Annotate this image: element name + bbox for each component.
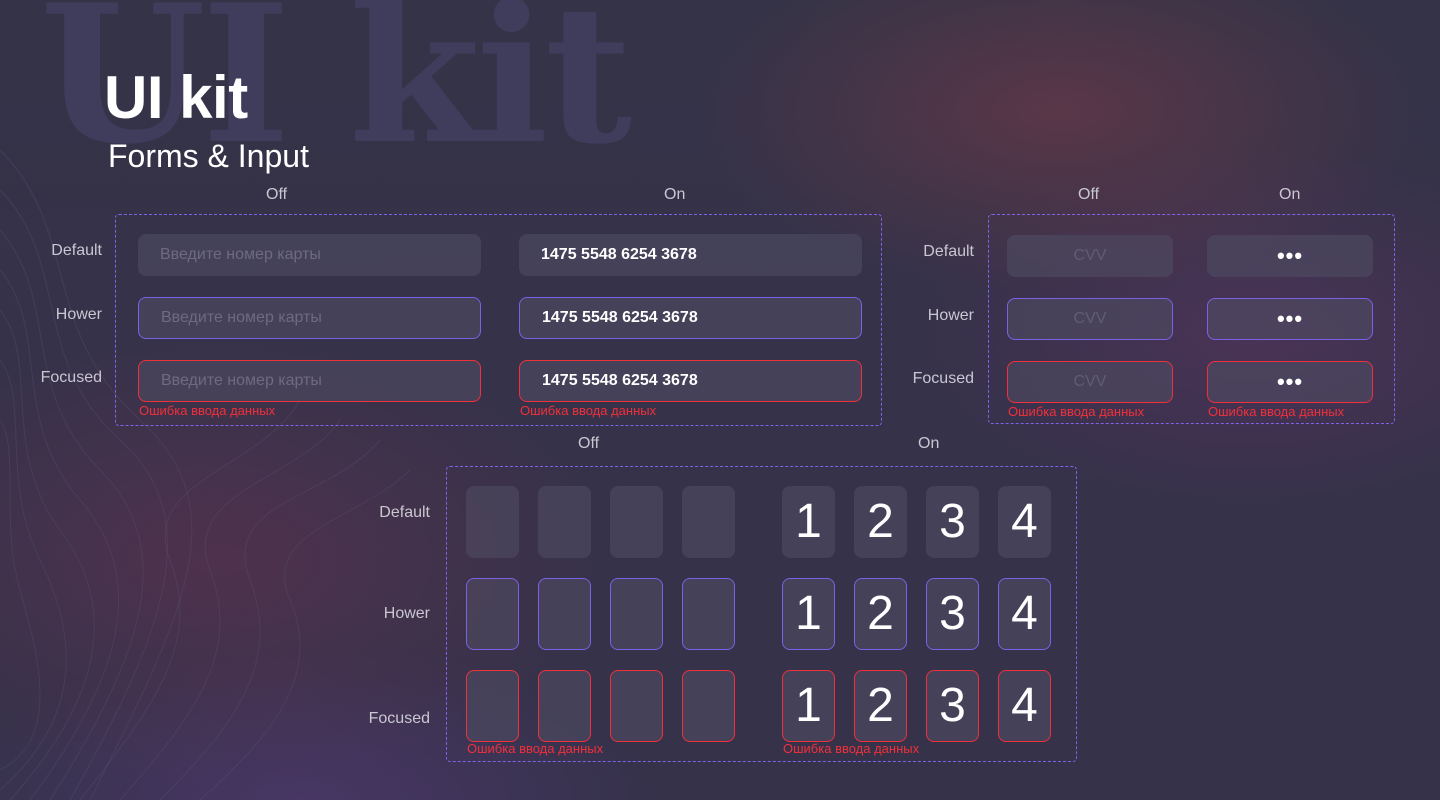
cvv-input-hover-off[interactable]: CVV — [1007, 298, 1173, 340]
card-input-hover-off[interactable]: Введите номер карты — [138, 297, 481, 339]
cvv-error-on: Ошибка ввода данных — [1208, 404, 1345, 419]
cvv-input-hover-on[interactable]: ••• — [1207, 298, 1373, 340]
cvv-error-off: Ошибка ввода данных — [1008, 404, 1145, 419]
pin-cell-default-off-4[interactable] — [682, 486, 735, 558]
pin-cell-default-off-2[interactable] — [538, 486, 591, 558]
card-input-default-on[interactable]: 1475 5548 6254 3678 — [519, 234, 862, 276]
card-input-focused-on[interactable]: 1475 5548 6254 3678 — [519, 360, 862, 402]
card-input-focused-off[interactable]: Введите номер карты — [138, 360, 481, 402]
pin-error-on: Ошибка ввода данных — [783, 741, 920, 756]
pin-row-hover-label: Hower — [383, 605, 430, 622]
pin-cell-default-on-4[interactable]: 4 — [998, 486, 1051, 558]
card-row-default-label: Default — [51, 242, 102, 259]
pin-cell-focused-on-1[interactable]: 1 — [782, 670, 835, 742]
card-error-off: Ошибка ввода данных — [139, 403, 276, 418]
cvv-col-off-header: Off — [1078, 186, 1100, 203]
card-error-on: Ошибка ввода данных — [520, 403, 657, 418]
pin-cell-default-off-3[interactable] — [610, 486, 663, 558]
cvv-col-on-header: On — [1279, 186, 1301, 203]
pin-cell-focused-off-2[interactable] — [538, 670, 591, 742]
pin-row-default-label: Default — [379, 504, 430, 521]
pin-cell-focused-off-1[interactable] — [466, 670, 519, 742]
pin-cell-focused-off-3[interactable] — [610, 670, 663, 742]
pin-cell-hover-off-4[interactable] — [682, 578, 735, 650]
card-input-hover-on[interactable]: 1475 5548 6254 3678 — [519, 297, 862, 339]
pin-cell-hover-off-3[interactable] — [610, 578, 663, 650]
pin-cell-hover-off-2[interactable] — [538, 578, 591, 650]
card-row-focused-label: Focused — [40, 369, 102, 386]
pin-cell-hover-on-3[interactable]: 3 — [926, 578, 979, 650]
pin-cell-default-on-3[interactable]: 3 — [926, 486, 979, 558]
pin-row-focused-label: Focused — [368, 710, 430, 727]
pin-cell-default-off-1[interactable] — [466, 486, 519, 558]
card-input-default-off[interactable]: Введите номер карты — [138, 234, 481, 276]
pin-cell-focused-on-3[interactable]: 3 — [926, 670, 979, 742]
pin-cell-hover-on-1[interactable]: 1 — [782, 578, 835, 650]
page-title: UI kit — [104, 64, 248, 131]
cvv-row-hover-label: Hower — [927, 307, 974, 324]
pin-cell-focused-off-4[interactable] — [682, 670, 735, 742]
card-row-hover-label: Hower — [55, 306, 102, 323]
cvv-input-default-on[interactable]: ••• — [1207, 235, 1373, 277]
cvv-input-default-off[interactable]: CVV — [1007, 235, 1173, 277]
pin-cell-hover-on-4[interactable]: 4 — [998, 578, 1051, 650]
pin-cell-focused-on-4[interactable]: 4 — [998, 670, 1051, 742]
cvv-input-focused-on[interactable]: ••• — [1207, 361, 1373, 403]
page-subtitle: Forms & Input — [108, 138, 309, 174]
cvv-input-focused-off[interactable]: CVV — [1007, 361, 1173, 403]
pin-col-on-header: On — [918, 435, 940, 452]
pin-cell-focused-on-2[interactable]: 2 — [854, 670, 907, 742]
pin-cell-hover-off-1[interactable] — [466, 578, 519, 650]
pin-error-off: Ошибка ввода данных — [467, 741, 604, 756]
pin-col-off-header: Off — [578, 435, 600, 452]
pin-cell-default-on-1[interactable]: 1 — [782, 486, 835, 558]
pin-cell-default-on-2[interactable]: 2 — [854, 486, 907, 558]
card-col-off-header: Off — [266, 186, 288, 203]
pin-cell-hover-on-2[interactable]: 2 — [854, 578, 907, 650]
cvv-row-focused-label: Focused — [912, 370, 974, 387]
cvv-row-default-label: Default — [923, 243, 974, 260]
card-col-on-header: On — [664, 186, 686, 203]
